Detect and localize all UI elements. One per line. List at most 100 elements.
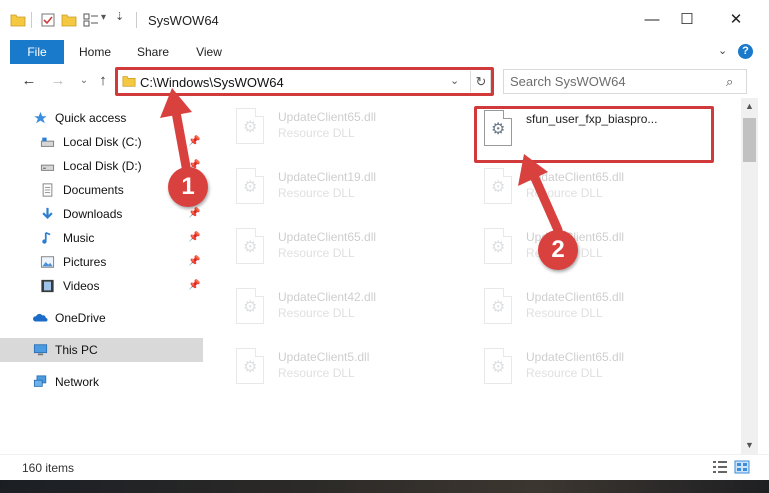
view-options-icon[interactable] [83,12,99,28]
pc-icon [33,344,48,356]
videos-icon [41,279,54,293]
search-input[interactable] [510,73,720,90]
recent-locations-icon[interactable]: ⌄ [75,72,93,90]
dll-file-icon: ⚙ [480,228,516,272]
file-item[interactable]: ⚙ UpdateClient65.dll Resource DLL [480,168,710,220]
file-type: Resource DLL [526,366,603,380]
sidebar-item-label: Documents [63,183,124,197]
music-icon [42,231,51,244]
file-name: UpdateClient65.dll [526,350,625,364]
file-name: UpdateClient5.dll [278,350,370,364]
search-icon[interactable]: ⌕ [726,74,733,90]
pin-icon[interactable]: 📌 [188,226,200,250]
file-type: Resource DLL [278,366,355,380]
divider [136,12,137,28]
dll-file-icon: ⚙ [232,168,268,212]
scroll-up-icon[interactable]: ▲ [741,98,758,115]
status-bar: 160 items [0,454,769,481]
onedrive-icon [33,313,48,322]
sidebar-item-network[interactable]: Network [0,370,203,394]
sidebar-item-label: Pictures [63,255,107,269]
sidebar-item-label: Local Disk (D:) [63,159,142,173]
sidebar-item-label: Downloads [63,207,123,221]
file-item[interactable]: ⚙ UpdateClient65.dll Resource DLL [480,228,710,280]
dll-file-icon: ⚙ [232,228,268,272]
sidebar-item-onedrive[interactable]: OneDrive [0,306,203,330]
file-item[interactable]: ⚙ UpdateClient65.dll Resource DLL [480,288,710,340]
sidebar-item-quick-access[interactable]: Quick access [0,106,203,130]
window-title: SysWOW64 [148,13,219,28]
maximize-button[interactable]: ☐ [664,0,710,40]
file-name: UpdateClient65.dll [278,110,377,124]
item-count: 160 items [22,461,75,475]
dll-file-icon: ⚙ [480,348,516,392]
back-icon[interactable]: ← [20,72,38,90]
tab-view[interactable]: View [186,40,232,64]
star-icon [34,111,47,124]
sidebar-item-local-disk-c[interactable]: Local Disk (C:) 📌 [0,130,203,154]
file-item[interactable]: ⚙ UpdateClient65.dll Resource DLL [232,228,462,280]
sidebar-item-label: Network [55,375,100,389]
sidebar-item-downloads[interactable]: Downloads 📌 [0,202,203,226]
sidebar-item-label: Videos [63,279,100,293]
navigation-pane: Quick access Local Disk (C:) 📌 Local Dis… [0,98,208,454]
file-item[interactable]: ⚙ UpdateClient65.dll Resource DLL [232,108,462,160]
sidebar-item-pictures[interactable]: Pictures 📌 [0,250,203,274]
file-highlight-box [474,106,714,163]
tab-share[interactable]: Share [130,40,176,64]
file-item[interactable]: ⚙ UpdateClient65.dll Resource DLL [480,348,710,400]
title-bar: ▾ ⇣ SysWOW64 — ☐ ✕ [0,0,769,40]
pictures-icon [40,256,55,268]
details-view-icon[interactable] [712,460,728,474]
download-icon [42,207,53,220]
network-icon [33,375,47,387]
up-icon[interactable]: ↑ [94,72,112,90]
desktop-background [0,480,769,493]
search-box[interactable]: ⌕ [503,69,747,94]
file-name: UpdateClient19.dll [278,170,377,184]
scroll-down-icon[interactable]: ▼ [741,437,758,454]
help-button[interactable]: ? [738,44,753,59]
file-name: UpdateClient42.dll [278,290,377,304]
sidebar-item-label: OneDrive [55,311,106,325]
sidebar-item-this-pc[interactable]: This PC [0,338,203,362]
folder-icon [10,14,26,27]
drive-icon [40,137,55,147]
file-type: Resource DLL [278,186,355,200]
sidebar-item-label: This PC [55,343,98,357]
file-type: Resource DLL [278,306,355,320]
drive-icon [40,164,55,171]
sidebar-item-music[interactable]: Music 📌 [0,226,203,250]
pin-icon[interactable]: 📌 [188,130,200,154]
expand-ribbon-icon[interactable]: ⌄ [718,44,727,57]
ribbon-tabs: File Home Share View ⌄ ? [0,40,769,65]
vertical-scrollbar[interactable]: ▲ ▼ [741,98,758,454]
tab-home[interactable]: Home [72,40,118,64]
file-item[interactable]: ⚙ UpdateClient19.dll Resource DLL [232,168,462,220]
customize-toolbar-icon[interactable]: ⇣ [115,10,124,23]
sidebar-item-videos[interactable]: Videos 📌 [0,274,203,298]
forward-icon[interactable]: → [49,72,67,90]
file-item[interactable]: ⚙ UpdateClient42.dll Resource DLL [232,288,462,340]
file-type: Resource DLL [278,126,355,140]
tiles-view-icon[interactable] [734,460,750,474]
file-type: Resource DLL [526,306,603,320]
file-type: Resource DLL [278,246,355,260]
pin-icon[interactable]: 📌 [188,274,200,298]
file-item[interactable]: ⚙ UpdateClient5.dll Resource DLL [232,348,462,400]
step-badge-1: 1 [168,167,208,207]
file-type: Resource DLL [526,186,603,200]
sidebar-item-label: Quick access [55,111,127,125]
new-folder-icon[interactable] [61,12,77,28]
sidebar-item-label: Music [63,231,95,245]
chevron-down-icon[interactable]: ▾ [101,12,106,23]
properties-icon[interactable] [40,12,56,28]
file-name: UpdateClient65.dll [526,170,625,184]
file-name: UpdateClient65.dll [278,230,377,244]
dll-file-icon: ⚙ [232,288,268,332]
tab-file[interactable]: File [10,40,64,64]
sidebar-item-label: Local Disk (C:) [63,135,142,149]
close-button[interactable]: ✕ [713,0,759,40]
pin-icon[interactable]: 📌 [188,250,200,274]
scroll-thumb[interactable] [743,118,756,162]
